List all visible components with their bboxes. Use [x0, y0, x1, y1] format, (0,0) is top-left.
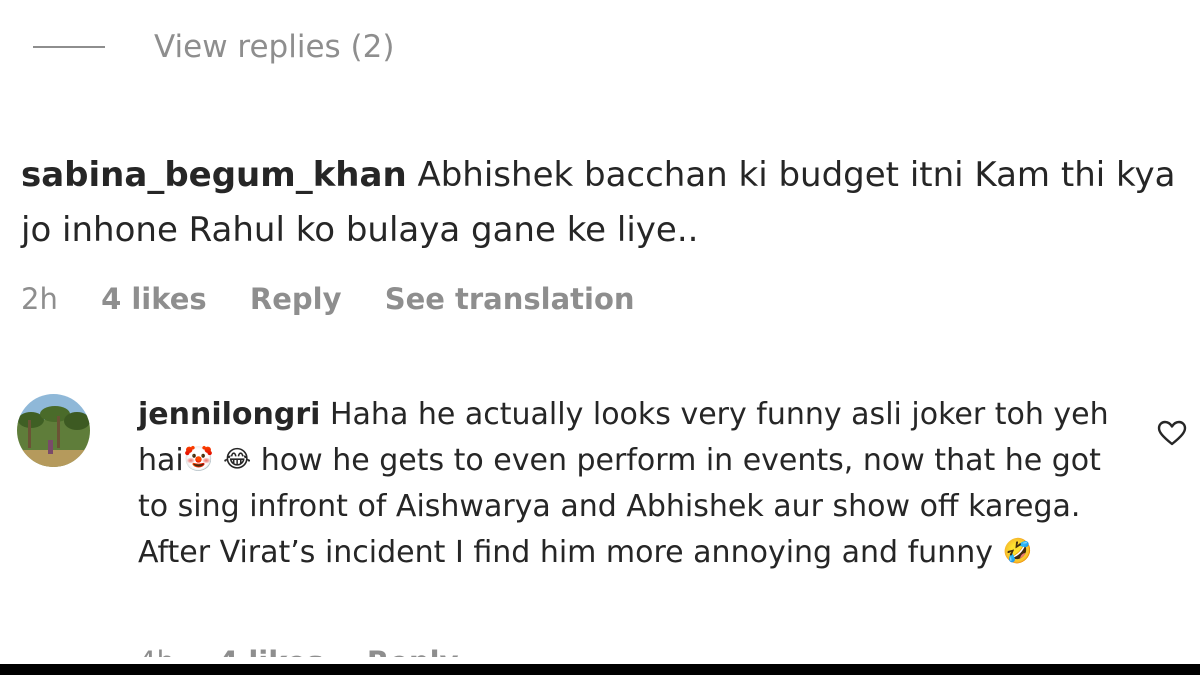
comment-meta-row: 2h 4 likes Reply See translation [21, 282, 669, 316]
reply-button[interactable]: Reply [250, 282, 342, 316]
replies-divider-line [33, 46, 105, 48]
bottom-border-bar [0, 664, 1200, 675]
comment-body: sabina_begum_khan Abhishek bacchan ki bu… [21, 148, 1186, 258]
view-replies-button[interactable]: View replies (2) [154, 29, 394, 65]
comment-text-continued: how he gets to even perform in events, n… [138, 443, 1101, 570]
comment-username[interactable]: jennilongri [138, 397, 320, 432]
avatar[interactable] [17, 394, 90, 467]
heart-outline-icon [1157, 420, 1187, 446]
clown-face-emoji: 🤡 [183, 445, 214, 473]
reply-button[interactable]: Reply [367, 640, 459, 657]
like-comment-button[interactable] [1156, 419, 1188, 447]
laughing-tears-emoji: 😂 [223, 445, 252, 473]
comment-username[interactable]: sabina_begum_khan [21, 155, 407, 195]
profile-photo [17, 394, 90, 467]
comment-timestamp[interactable]: 4h [138, 640, 175, 657]
comment-timestamp[interactable]: 2h [21, 282, 58, 316]
comment-likes-count[interactable]: 4 likes [101, 282, 207, 316]
see-translation-button[interactable]: See translation [385, 282, 635, 316]
rolling-laughing-emoji: 🤣 [1002, 537, 1033, 565]
comment-likes-count[interactable]: 4 likes [218, 640, 324, 657]
comment-body: jennilongri Haha he actually looks very … [138, 392, 1128, 576]
comment-meta-row: 4h 4 likes Reply [138, 640, 492, 657]
